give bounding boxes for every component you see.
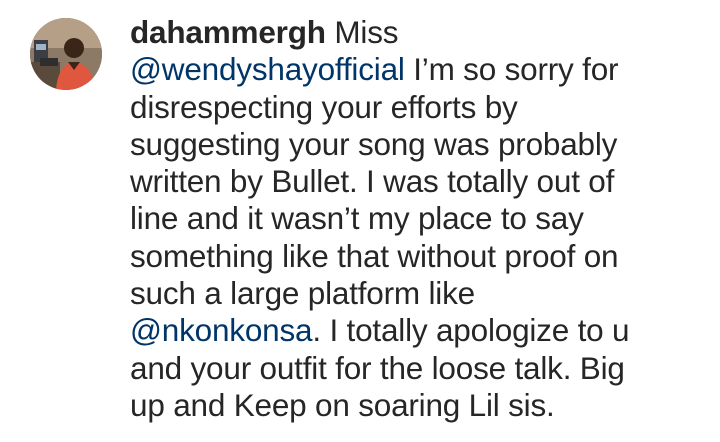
avatar-photo xyxy=(30,18,102,90)
comment-line: disrespecting your efforts by xyxy=(130,89,705,126)
comment-line: such a large platform like xyxy=(130,275,705,312)
avatar[interactable] xyxy=(30,18,102,90)
comment-line: line and it wasn’t my place to say xyxy=(130,200,705,237)
comment-text-span: I’m so sorry for xyxy=(404,51,619,88)
comment-text-span: and your outfit for the loose talk. Big xyxy=(130,349,625,386)
comment-line: up and Keep on soaring Lil sis. xyxy=(130,387,705,424)
comment-line: @wendyshayofficial I’m so sorry for xyxy=(130,51,705,88)
comment-text-span: . I totally apologize to u xyxy=(312,312,630,349)
comment-line: and your outfit for the loose talk. Big xyxy=(130,350,705,387)
username-link[interactable]: dahammergh xyxy=(130,14,326,50)
comment-text-span: disrespecting your efforts by xyxy=(130,88,518,125)
comment-text-span: suggesting your song was probably xyxy=(130,125,618,162)
comment-line: written by Bullet. I was totally out of xyxy=(130,163,705,200)
comment: dahammergh Miss @wendyshayofficial I’m s… xyxy=(0,0,720,442)
comment-line: @nkonkonsa. I totally apologize to u xyxy=(130,312,705,349)
comment-line: suggesting your song was probably xyxy=(130,126,705,163)
mention-link[interactable]: @wendyshayofficial xyxy=(130,51,405,87)
comment-line: something like that without proof on xyxy=(130,238,705,275)
comment-text: dahammergh Miss @wendyshayofficial I’m s… xyxy=(130,14,705,424)
comment-text-span: written by Bullet. I was totally out of xyxy=(130,163,615,200)
comment-text-span: something like that without proof on xyxy=(130,237,619,274)
comment-text-span: such a large platform like xyxy=(130,275,475,312)
comment-text-span: line and it wasn’t my place to say xyxy=(130,200,584,237)
comment-line: dahammergh Miss xyxy=(130,14,705,51)
comment-text-span: Miss xyxy=(325,14,399,50)
mention-link[interactable]: @nkonkonsa xyxy=(130,312,313,348)
comment-text-span: up and Keep on soaring Lil sis. xyxy=(130,386,555,423)
